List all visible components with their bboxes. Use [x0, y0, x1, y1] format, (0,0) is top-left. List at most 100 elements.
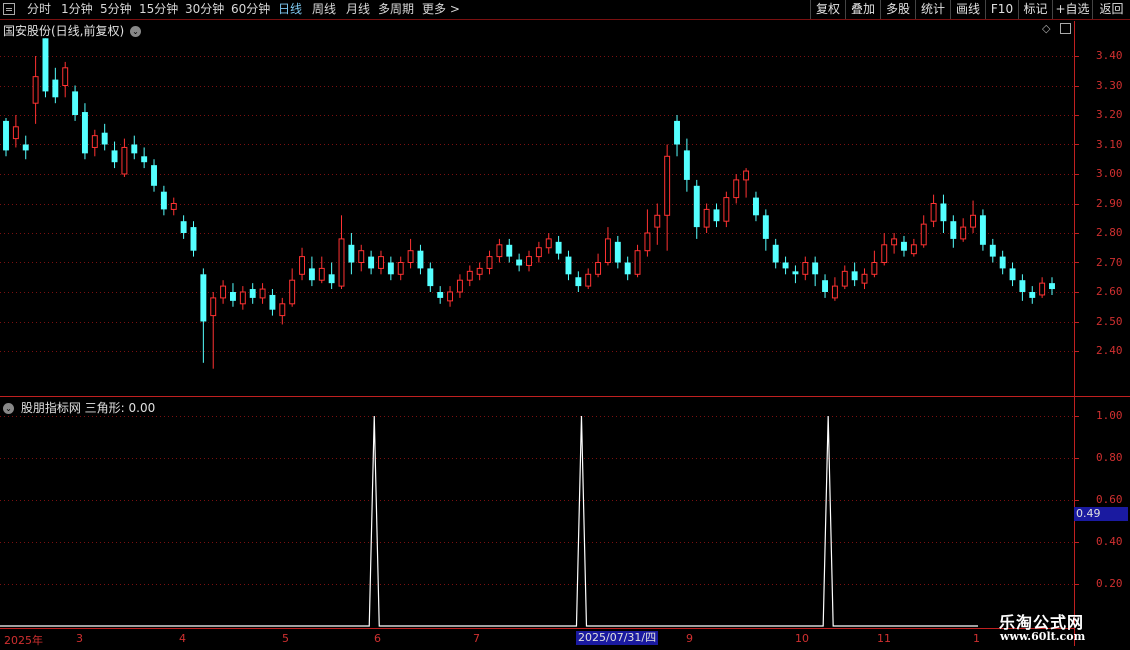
candle-body: [249, 289, 256, 298]
candle-body: [762, 215, 769, 239]
candle-body: [535, 247, 542, 258]
candle-body: [160, 191, 167, 210]
candle-body: [91, 135, 98, 148]
candle-body: [52, 79, 59, 98]
candle-body: [831, 285, 838, 299]
price-tick: 3.20: [1096, 108, 1123, 121]
candle-body: [22, 144, 29, 151]
candle-body: [308, 268, 315, 281]
candle-body: [545, 238, 552, 249]
candle-body: [901, 241, 907, 251]
candle-body: [664, 155, 671, 216]
candle-body: [476, 267, 483, 275]
candle-body: [841, 270, 848, 287]
candle-body: [289, 279, 296, 305]
candle-body: [496, 244, 503, 258]
candle-body: [920, 223, 927, 246]
candle-body: [861, 273, 868, 284]
candle-body: [180, 221, 187, 233]
candle-body: [792, 271, 799, 275]
indicator-tick: 0.80: [1096, 451, 1123, 464]
candle-body: [368, 256, 375, 269]
candle-body: [447, 291, 454, 302]
candle-body: [703, 208, 710, 228]
candle-body: [1019, 280, 1026, 292]
candle-body: [604, 238, 611, 263]
time-tick: 11: [877, 632, 891, 645]
candle-body: [318, 267, 325, 281]
candle-body: [279, 303, 286, 317]
time-tick: 5: [282, 632, 289, 645]
candle-body: [456, 279, 463, 293]
candle-body: [42, 38, 49, 92]
candle-body: [121, 146, 128, 175]
candle-body: [151, 165, 157, 186]
candle-body: [812, 262, 819, 275]
candle-body: [407, 250, 414, 263]
candle-body: [881, 244, 888, 264]
candle-body: [989, 244, 996, 257]
candle-body: [526, 256, 532, 266]
time-tick: 2025年: [4, 634, 43, 647]
candle-body: [772, 244, 779, 263]
time-tick: 7: [473, 632, 480, 645]
candle-body: [733, 179, 740, 199]
candle-body: [81, 112, 88, 154]
price-tick: 2.60: [1096, 285, 1123, 298]
candle-body: [437, 292, 444, 298]
price-tick: 2.40: [1096, 344, 1123, 357]
price-tick: 3.10: [1096, 138, 1123, 151]
candle-body: [674, 120, 680, 145]
candle-body: [940, 203, 947, 222]
candle-body: [12, 126, 19, 140]
candle-body: [516, 259, 523, 266]
candle-body: [417, 250, 424, 269]
candle-body: [970, 214, 977, 228]
candle-body: [910, 244, 917, 255]
candle-body: [397, 262, 404, 275]
price-tick: 3.30: [1096, 79, 1123, 92]
candle-body: [72, 91, 79, 115]
candle-body: [1029, 292, 1036, 298]
candle-body: [200, 274, 207, 322]
candle-body: [595, 262, 602, 275]
indicator-tick: 0.60: [1096, 493, 1123, 506]
chart-svg[interactable]: [0, 0, 1130, 650]
candle-body: [210, 297, 217, 317]
candle-body: [506, 244, 513, 257]
candle-body: [585, 273, 592, 287]
indicator-tick: 0.20: [1096, 577, 1123, 590]
candle-body: [693, 185, 700, 228]
candle-body: [239, 291, 246, 305]
candle-body: [930, 203, 937, 222]
candle-body: [753, 197, 759, 216]
time-tick: 9: [686, 632, 693, 645]
candle-body: [743, 170, 750, 181]
candle-body: [979, 215, 986, 245]
candle-body: [822, 280, 828, 292]
candle-body: [1039, 282, 1046, 296]
candle-body: [871, 262, 878, 275]
candle-body: [555, 241, 562, 254]
candle-body: [338, 238, 345, 287]
price-tick: 2.50: [1096, 315, 1123, 328]
candle-body: [634, 250, 641, 275]
time-tick: 1: [973, 632, 980, 645]
candle-body: [565, 256, 572, 275]
candle-body: [170, 203, 177, 210]
candle-body: [624, 262, 631, 275]
candle-body: [269, 294, 276, 310]
price-tick: 2.90: [1096, 197, 1123, 210]
candle-body: [32, 76, 39, 104]
candle-body: [999, 256, 1006, 269]
candle-body: [960, 226, 967, 240]
candle-body: [644, 232, 651, 252]
candle-body: [950, 221, 957, 239]
candle-body: [62, 67, 69, 87]
candle-body: [328, 274, 335, 284]
candle-body: [486, 256, 493, 269]
time-tick: 3: [76, 632, 83, 645]
price-tick: 2.80: [1096, 226, 1123, 239]
candle-body: [427, 268, 434, 287]
candle-body: [713, 209, 720, 222]
